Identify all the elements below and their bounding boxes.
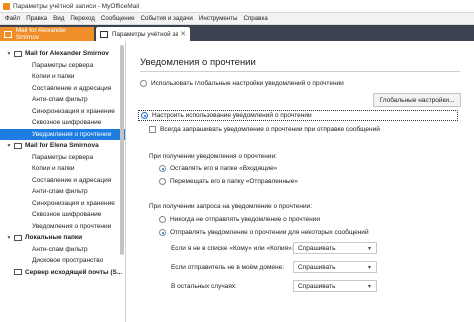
sidebar-item-composition[interactable]: Составление и адресация — [0, 175, 125, 187]
sidebar-item-junk[interactable]: Анти-спам фильтр — [0, 94, 125, 106]
select-value: Спрашивать — [298, 282, 336, 290]
outgoing-server[interactable]: Сервер исходящей почты (S... — [0, 267, 125, 279]
folder-icon — [4, 30, 12, 38]
folder-icon — [14, 234, 22, 241]
account-name: Mail for Elena Smirnova — [25, 142, 99, 150]
sidebar-item-receipts[interactable]: Уведомления о прочтении — [0, 128, 125, 140]
leave-inbox-label: Оставлять его в папке «Входящие» — [170, 165, 278, 172]
sidebar-item-composition[interactable]: Составление и адресация — [0, 83, 125, 95]
rule-not-in-to-cc-select[interactable]: Спрашивать ▾ — [293, 242, 377, 254]
account-name: Mail for Alexander Smirnov — [25, 50, 109, 58]
never-send-option[interactable]: Никогда не отправлять уведомление о проч… — [159, 216, 320, 223]
always-request-label: Всегда запрашивать уведомление о прочтен… — [160, 126, 380, 133]
rule-other-cases-select[interactable]: Спрашивать ▾ — [293, 280, 377, 292]
tab-account-settings[interactable]: Параметры учётной зап ✕ — [96, 27, 190, 41]
always-request-option[interactable]: Всегда запрашивать уведомление о прочтен… — [149, 126, 380, 133]
sidebar-item-receipts[interactable]: Уведомления о прочтении — [0, 221, 125, 233]
divider — [140, 71, 460, 72]
never-send-label: Никогда не отправлять уведомление о проч… — [170, 216, 320, 223]
tab-settings-label: Параметры учётной зап — [112, 30, 179, 38]
sidebar-item-copies-folders[interactable]: Копии и папки — [0, 71, 125, 83]
account-alexander[interactable]: ▼ Mail for Alexander Smirnov — [0, 48, 125, 60]
sidebar-scrollbar[interactable] — [120, 45, 124, 255]
page-title: Уведомления о прочтении — [140, 57, 256, 68]
radio-use-global[interactable] — [140, 80, 147, 87]
collapse-icon[interactable]: ▼ — [4, 51, 14, 57]
sidebar-item-junk[interactable]: Анти-спам фильтр — [0, 244, 125, 256]
radio-move-sent[interactable] — [159, 178, 166, 185]
allow-some-option[interactable]: Отправлять уведомление о прочтении для н… — [159, 229, 369, 236]
menu-tools[interactable]: Инструменты — [196, 15, 241, 22]
move-sent-option[interactable]: Перемещать его в папку «Отправленные» — [159, 178, 298, 185]
global-settings-button[interactable]: Глобальные настройки... — [373, 93, 461, 107]
sidebar-item-server-settings[interactable]: Параметры сервера — [0, 60, 125, 72]
select-value: Спрашивать — [298, 263, 336, 271]
menu-message[interactable]: Сообщение — [98, 15, 138, 22]
use-global-option[interactable]: Использовать глобальные настройки уведом… — [140, 80, 344, 87]
tab-bar: Mail for Alexander Smirnov Параметры учё… — [0, 25, 474, 41]
sidebar-item-server-settings[interactable]: Параметры сервера — [0, 152, 125, 164]
sidebar-item-sync-storage[interactable]: Синхронизация и хранение — [0, 198, 125, 210]
sidebar-item-e2e[interactable]: Сквозное шифрование — [0, 117, 125, 129]
account-tree: ▼ Mail for Alexander Smirnov Параметры с… — [0, 41, 126, 322]
on-request-label: При получении запроса на уведомление о п… — [149, 203, 313, 210]
sidebar-item-sync-storage[interactable]: Синхронизация и хранение — [0, 106, 125, 118]
customize-label: Настроить использование уведомлений о пр… — [152, 112, 312, 119]
settings-page-icon — [100, 30, 108, 38]
rule-outside-domain-label: Если отправитель не в моём домене: — [171, 264, 285, 271]
server-icon — [14, 269, 22, 276]
account-elena[interactable]: ▼ Mail for Elena Smirnova — [0, 140, 125, 152]
menu-file[interactable]: Файл — [2, 15, 23, 22]
radio-customize[interactable] — [141, 112, 148, 119]
app-icon — [3, 2, 10, 10]
settings-panel: Уведомления о прочтении Использовать гло… — [127, 41, 474, 322]
collapse-icon[interactable]: ▼ — [4, 143, 14, 149]
collapse-icon[interactable]: ▼ — [4, 235, 14, 241]
radio-never-send[interactable] — [159, 216, 166, 223]
mail-account-icon — [14, 50, 22, 57]
chevron-down-icon: ▾ — [367, 246, 371, 252]
use-global-label: Использовать глобальные настройки уведом… — [151, 80, 344, 87]
menu-edit[interactable]: Правка — [23, 15, 50, 22]
account-name: Локальные папки — [25, 234, 83, 242]
rule-other-cases-label: В остальных случаях: — [171, 283, 237, 290]
chevron-down-icon: ▾ — [367, 284, 371, 290]
sidebar-item-junk[interactable]: Анти-спам фильтр — [0, 186, 125, 198]
customize-option[interactable]: Настроить использование уведомлений о пр… — [138, 110, 458, 121]
rule-outside-domain-select[interactable]: Спрашивать ▾ — [293, 261, 377, 273]
account-local-folders[interactable]: ▼ Локальные папки — [0, 232, 125, 244]
rule-not-in-to-cc-label: Если я не в списке «Кому» или «Копия»: — [171, 245, 294, 252]
title-bar: Параметры учётной записи - MyOfficeMail — [0, 0, 474, 13]
menu-events[interactable]: События и задачи — [138, 15, 196, 22]
menu-bar: Файл Правка Вид Переход Сообщение Событи… — [0, 13, 474, 25]
sidebar-item-copies-folders[interactable]: Копии и папки — [0, 163, 125, 175]
close-icon[interactable]: ✕ — [180, 30, 186, 38]
move-sent-label: Перемещать его в папку «Отправленные» — [170, 178, 298, 185]
tab-mail[interactable]: Mail for Alexander Smirnov — [0, 27, 94, 41]
leave-inbox-option[interactable]: Оставлять его в папке «Входящие» — [159, 165, 277, 172]
select-value: Спрашивать — [298, 244, 336, 252]
window-title: Параметры учётной записи - MyOfficeMail — [13, 2, 140, 10]
radio-allow-some[interactable] — [159, 229, 166, 236]
tab-mail-label: Mail for Alexander Smirnov — [15, 27, 67, 41]
chevron-down-icon: ▾ — [367, 265, 371, 271]
menu-go[interactable]: Переход — [67, 15, 98, 22]
account-name: Сервер исходящей почты (S... — [25, 268, 123, 276]
radio-leave-inbox[interactable] — [159, 165, 166, 172]
menu-view[interactable]: Вид — [50, 15, 67, 22]
allow-some-label: Отправлять уведомление о прочтении для н… — [170, 229, 369, 236]
mail-account-icon — [14, 142, 22, 149]
checkbox-always-request[interactable] — [149, 126, 156, 133]
sidebar-item-e2e[interactable]: Сквозное шифрование — [0, 209, 125, 221]
sidebar-item-disk-space[interactable]: Дисковое пространство — [0, 255, 125, 267]
menu-help[interactable]: Справка — [240, 15, 270, 22]
on-receipt-label: При получении уведомления о прочтении: — [149, 153, 277, 160]
